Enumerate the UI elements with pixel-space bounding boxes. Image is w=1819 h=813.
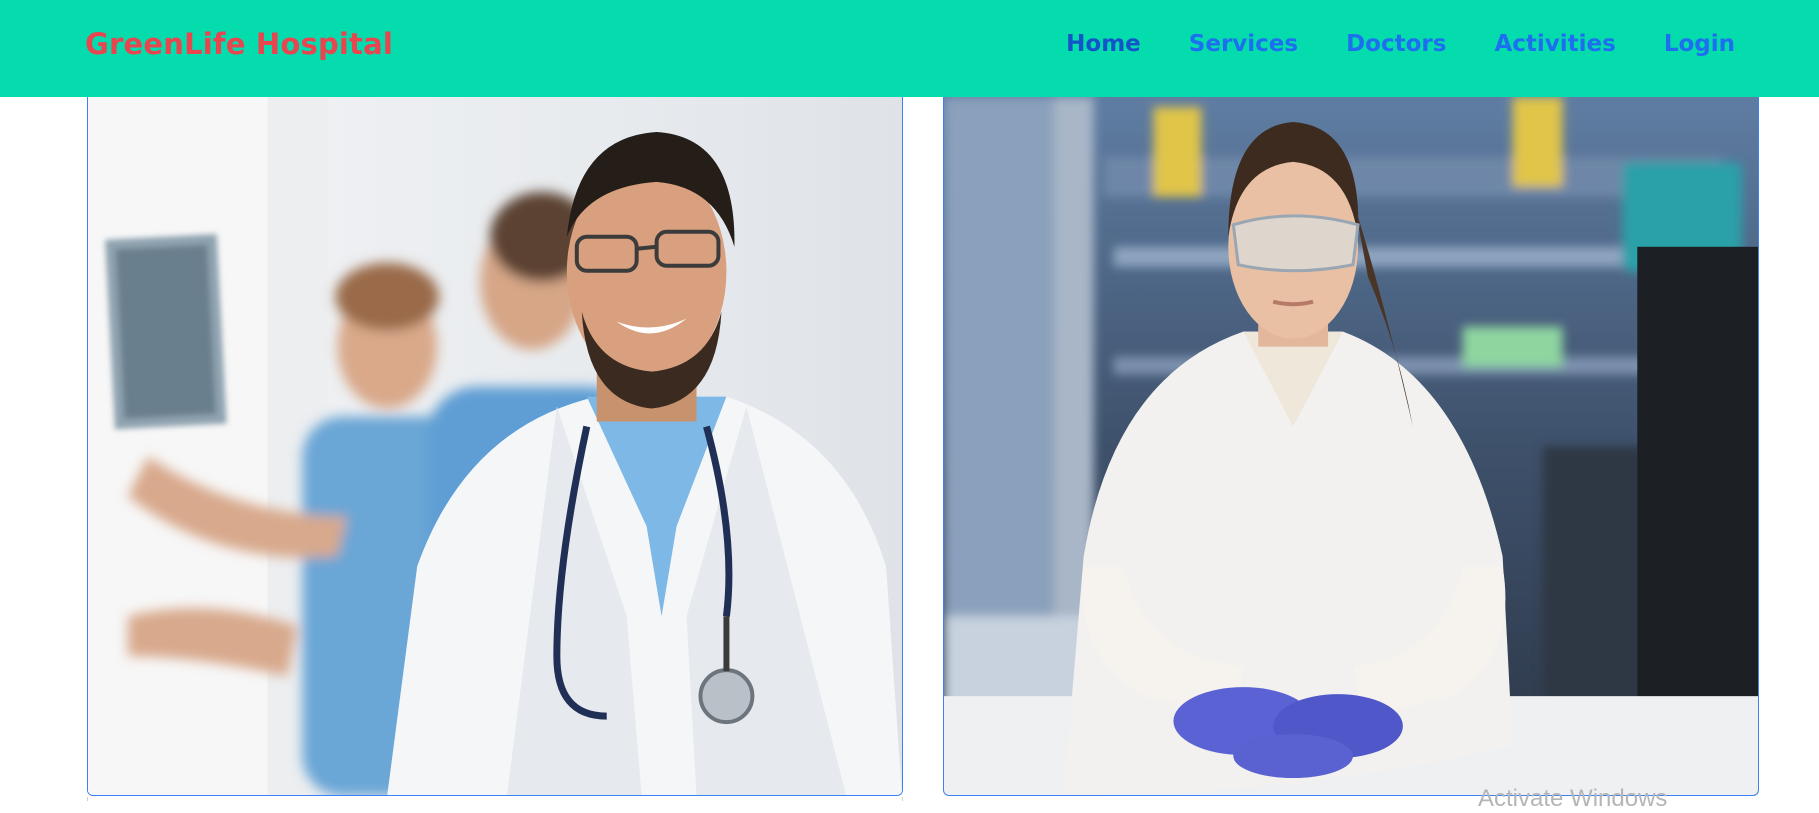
nav-link-login[interactable]: Login (1664, 31, 1735, 57)
nav-link-services[interactable]: Services (1189, 31, 1298, 57)
nav-link-doctors[interactable]: Doctors (1346, 31, 1446, 57)
nav-link-activities[interactable]: Activities (1494, 31, 1615, 57)
card-border-left-end (902, 797, 903, 801)
brand-logo-text[interactable]: GreenLife Hospital (85, 27, 393, 61)
nav-menu: Home Services Doctors Activities Login (1066, 31, 1735, 57)
male-doctor-photo (88, 97, 902, 795)
doctor-card-male[interactable] (87, 97, 903, 796)
doctor-card-female[interactable] (943, 97, 1759, 796)
nav-link-home[interactable]: Home (1066, 31, 1141, 57)
female-scientist-photo (944, 97, 1758, 795)
card-border-left (87, 797, 88, 801)
activate-windows-watermark: Activate Windows (1478, 785, 1668, 812)
navbar: GreenLife Hospital Home Services Doctors… (0, 0, 1819, 97)
